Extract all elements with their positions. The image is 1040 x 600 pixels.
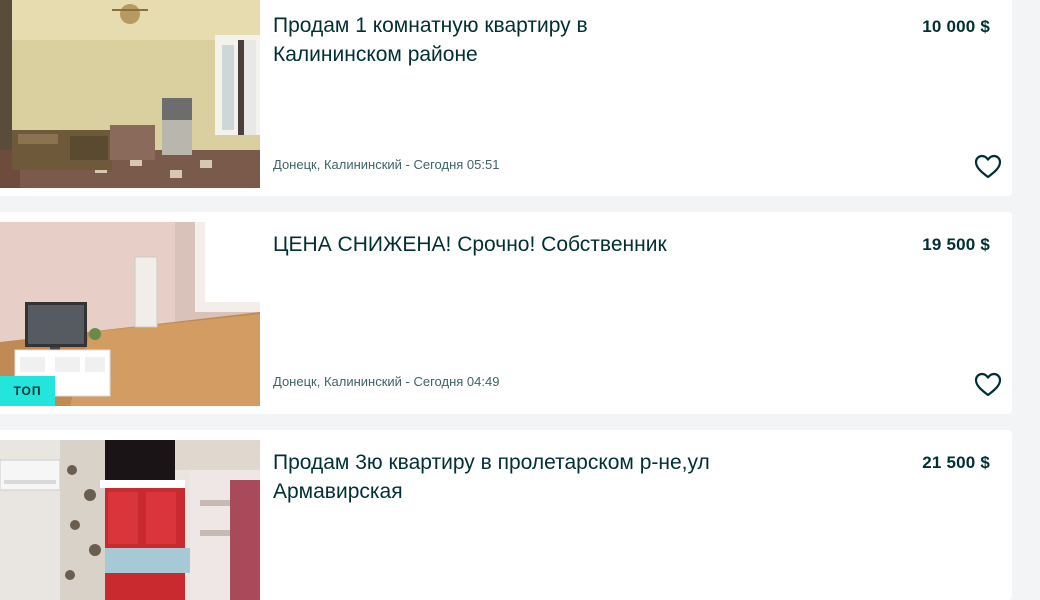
heart-icon[interactable] bbox=[974, 154, 1002, 180]
listing-card[interactable]: Продам 3ю квартиру в пролетарском р-не,у… bbox=[0, 430, 1012, 600]
listing-photo[interactable] bbox=[0, 0, 260, 188]
listing-card[interactable]: ТОП ЦЕНА СНИЖЕНА! Срочно! Собственник 19… bbox=[0, 212, 1012, 414]
heart-icon[interactable] bbox=[974, 372, 1002, 398]
listing-title[interactable]: Продам 3ю квартиру в пролетарском р-не,у… bbox=[273, 448, 713, 506]
listing-photo[interactable]: ТОП bbox=[0, 222, 260, 406]
listing-location-time: Донецк, Калининский - Сегодня 04:49 bbox=[273, 374, 500, 389]
listing-location-time: Донецк, Калининский - Сегодня 05:51 bbox=[273, 157, 500, 172]
listing-card[interactable]: Продам 1 комнатную квартиру в Калининско… bbox=[0, 0, 1012, 196]
listing-price: 21 500 $ bbox=[922, 453, 990, 472]
listing-title[interactable]: ЦЕНА СНИЖЕНА! Срочно! Собственник bbox=[273, 230, 713, 259]
listing-photo[interactable] bbox=[0, 440, 260, 600]
top-badge: ТОП bbox=[0, 376, 55, 406]
listing-price: 19 500 $ bbox=[922, 235, 990, 254]
listing-price: 10 000 $ bbox=[922, 17, 990, 36]
listing-title[interactable]: Продам 1 комнатную квартиру в Калининско… bbox=[273, 11, 713, 69]
